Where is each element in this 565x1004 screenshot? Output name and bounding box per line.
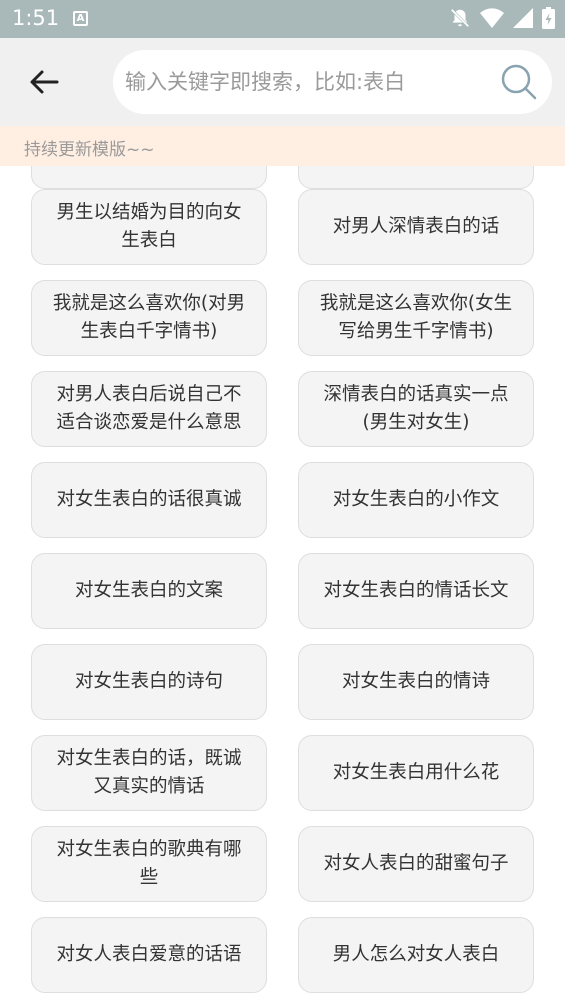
list-item[interactable]: 深情表白的话真实一点(男生对女生): [298, 371, 534, 447]
search-box: [113, 50, 552, 114]
list-item[interactable]: 对女生表白的诗句: [31, 644, 267, 720]
status-icons: [449, 7, 555, 29]
list-item[interactable]: 对男人表白后说自己不适合谈恋爱是什么意思: [31, 371, 267, 447]
back-button[interactable]: [22, 60, 66, 104]
header: [0, 38, 565, 126]
list-item[interactable]: 男人怎么对女人表白: [298, 917, 534, 993]
list-item[interactable]: 对女生表白的情诗: [298, 644, 534, 720]
list-item[interactable]: 对女生表白的情话长文: [298, 553, 534, 629]
status-bar: 1:51 A: [0, 0, 565, 38]
list-item[interactable]: [31, 166, 267, 189]
list-item[interactable]: 男生以结婚为目的向女生表白: [31, 189, 267, 265]
template-list: 男生以结婚为目的向女生表白 对男人深情表白的话 我就是这么喜欢你(对男生表白千字…: [0, 166, 565, 1004]
list-item[interactable]: [298, 166, 534, 189]
notification-a-icon: A: [73, 11, 88, 26]
list-item[interactable]: 我就是这么喜欢你(对男生表白千字情书): [31, 280, 267, 356]
battery-icon: [542, 7, 555, 29]
status-time: 1:51: [12, 6, 60, 30]
list-item[interactable]: 对女生表白的小作文: [298, 462, 534, 538]
wifi-icon: [480, 8, 504, 28]
search-input[interactable]: [125, 50, 495, 114]
list-item[interactable]: 对女生表白的歌典有哪些: [31, 826, 267, 902]
list-item[interactable]: 对女生表白用什么花: [298, 735, 534, 811]
notice-banner: 持续更新模版~~: [0, 126, 565, 166]
search-icon[interactable]: [500, 63, 538, 101]
list-item[interactable]: 对女生表白的话很真诚: [31, 462, 267, 538]
back-arrow-icon: [30, 70, 59, 94]
list-item[interactable]: 我就是这么喜欢你(女生写给男生千字情书): [298, 280, 534, 356]
signal-icon: [513, 8, 533, 28]
list-item[interactable]: 对女生表白的话，既诚又真实的情话: [31, 735, 267, 811]
list-item[interactable]: 对女人表白的甜蜜句子: [298, 826, 534, 902]
list-item[interactable]: 对男人深情表白的话: [298, 189, 534, 265]
alarm-off-icon: [450, 8, 470, 28]
list-item[interactable]: 对女人表白爱意的话语: [31, 917, 267, 993]
list-item[interactable]: 对女生表白的文案: [31, 553, 267, 629]
notice-text: 持续更新模版~~: [24, 140, 155, 160]
